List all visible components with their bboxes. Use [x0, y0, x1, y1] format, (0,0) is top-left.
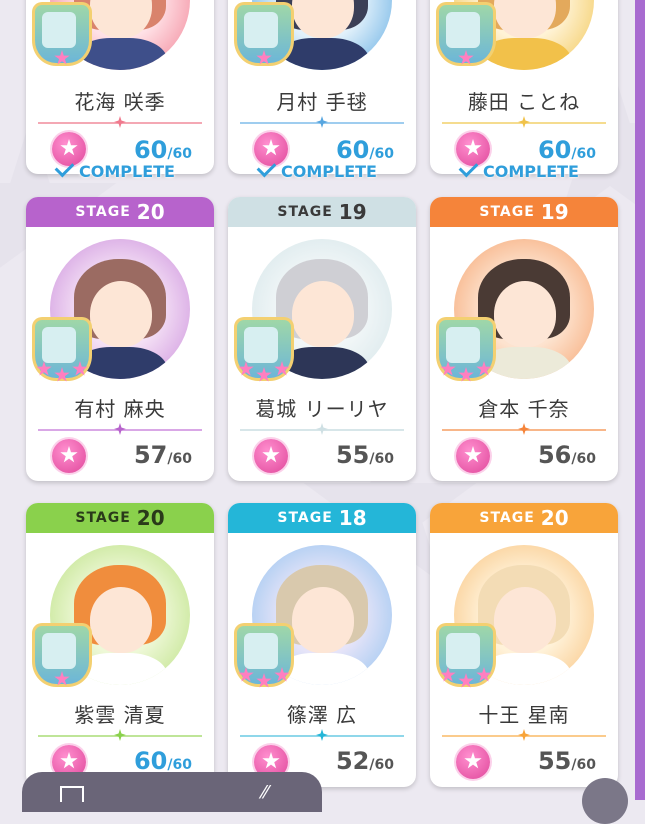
score: 52/60: [335, 747, 394, 775]
scroll-indicator-strip: [635, 0, 645, 800]
idol-name: 倉本 千奈: [478, 397, 570, 421]
divider: [240, 423, 404, 435]
idol-name: 紫雲 清夏: [74, 703, 166, 727]
score: 60/60: [537, 136, 596, 164]
divider: [38, 423, 202, 435]
idol-name: 花海 咲季: [74, 90, 166, 114]
complete-label: COMPLETE: [54, 157, 206, 181]
idol-card-kuramoto-china[interactable]: STAGE 19 倉本 千奈 56/60: [430, 197, 618, 481]
divider: [442, 729, 606, 741]
idol-card-arimura-mao[interactable]: STAGE 20 有村 麻央 57/60: [26, 197, 214, 481]
score: 60/60: [335, 136, 394, 164]
divider: [240, 116, 404, 128]
idol-card-juo-sena[interactable]: STAGE 20 十王 星南 55/60: [430, 503, 618, 787]
idol-card-shinosawa-hiro[interactable]: STAGE 18 篠澤 広 52/60: [228, 503, 416, 787]
stage-badge-icon: [436, 2, 496, 66]
stage-badge-icon: [32, 317, 92, 382]
idol-card-katsuragi-lilja[interactable]: STAGE 19 葛城 リーリヤ 55/60: [228, 197, 416, 481]
stage-banner: STAGE 18: [228, 503, 416, 533]
complete-label: COMPLETE: [458, 157, 610, 181]
score: 55/60: [537, 747, 596, 775]
score: 60/60: [133, 136, 192, 164]
star-coin-icon: [456, 745, 490, 779]
stage-badge-icon: [234, 317, 294, 382]
score: 55/60: [335, 441, 394, 469]
divider: [38, 729, 202, 741]
stage-badge-icon: [234, 2, 294, 66]
stage-badge-icon: [32, 623, 92, 687]
idol-card-shiun-sumika[interactable]: STAGE 20 紫雲 清夏 60/60: [26, 503, 214, 787]
stage-banner: STAGE 19: [228, 197, 416, 227]
stage-banner: STAGE 19: [430, 197, 618, 227]
idol-card-hanami-sakiya[interactable]: 花海 咲季 60/60: [26, 0, 214, 174]
stage-banner: STAGE 20: [26, 197, 214, 227]
divider: [442, 423, 606, 435]
idol-name: 十王 星南: [478, 703, 570, 727]
complete-label: COMPLETE: [256, 157, 408, 181]
stage-badge-icon: [234, 623, 294, 688]
idol-name: 月村 手毬: [276, 90, 368, 114]
stage-badge-icon: [32, 2, 92, 66]
divider: [240, 729, 404, 741]
stage-banner: STAGE 20: [430, 503, 618, 533]
idol-name: 篠澤 広: [286, 703, 358, 727]
idol-card-fujita-kotone[interactable]: 藤田 ことね 60/60: [430, 0, 618, 174]
bottom-nav-bar[interactable]: ⁄⁄: [22, 772, 322, 812]
score: 56/60: [537, 441, 596, 469]
divider: [442, 116, 606, 128]
score: 57/60: [133, 441, 192, 469]
idol-card-tsukimura-temari[interactable]: 月村 手毬 60/60: [228, 0, 416, 174]
score: 60/60: [133, 747, 192, 775]
star-coin-icon: [52, 439, 86, 473]
idol-name: 葛城 リーリヤ: [255, 397, 389, 421]
star-coin-icon: [254, 439, 288, 473]
stage-badge-icon: [436, 623, 496, 688]
stage-banner: STAGE 20: [26, 503, 214, 533]
idol-name: 藤田 ことね: [467, 90, 581, 114]
star-coin-icon: [456, 439, 490, 473]
stage-badge-icon: [436, 317, 496, 382]
menu-button[interactable]: [582, 778, 628, 824]
divider: [38, 116, 202, 128]
idol-name: 有村 麻央: [74, 397, 166, 421]
